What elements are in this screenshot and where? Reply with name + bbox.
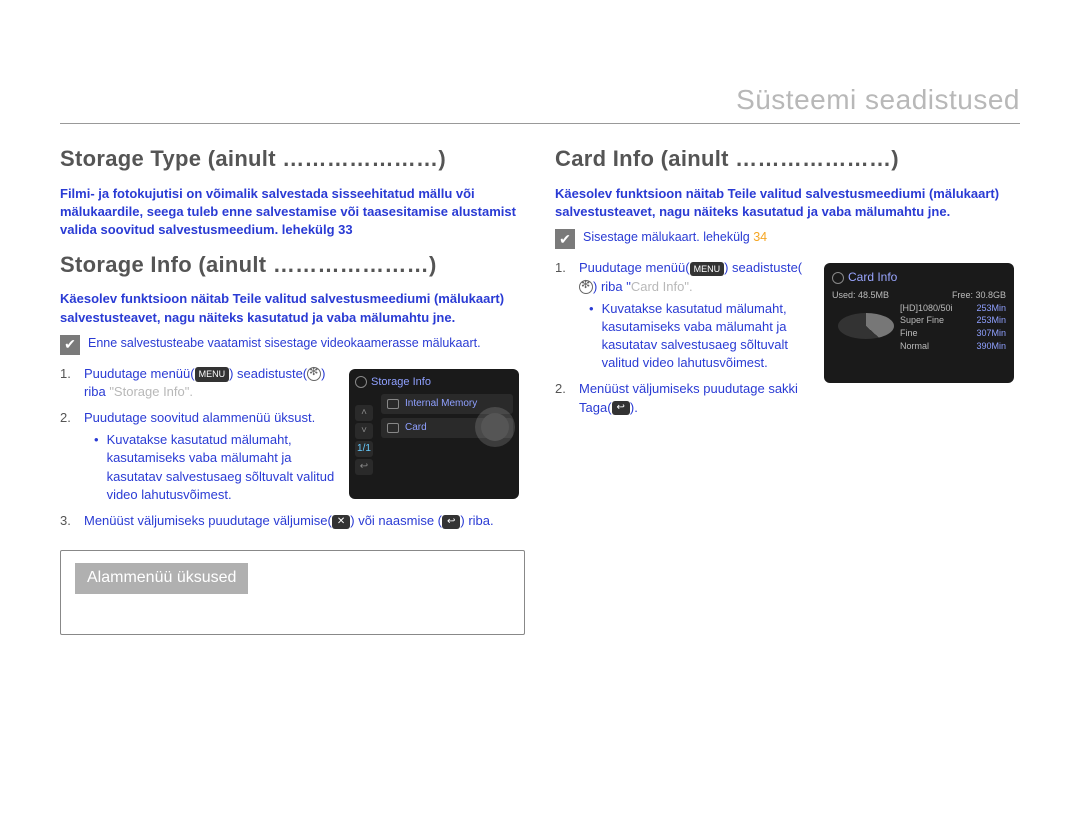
step-1: Puudutage menüü(MENU) seadistuste( ) riba… <box>555 259 812 372</box>
card-info-desc: Käesolev funktsioon näitab Teile valitud… <box>555 185 1020 221</box>
figure-storage-title: Storage Info <box>371 375 431 390</box>
card-row4-value: 390Min <box>976 340 1006 353</box>
chevron-up-icon: ˄ <box>355 405 373 421</box>
step-3-text-b: ) või naasmise ( <box>350 513 442 528</box>
card-info-note: ✔ Sisestage mälukaart. lehekülg 34 <box>555 229 1020 249</box>
figure-row-internal-label: Internal Memory <box>405 397 477 411</box>
pie-icon <box>838 313 894 339</box>
card-info-note-a: Sisestage mälukaart. lehekülg <box>583 230 753 244</box>
heading-storage-info: Storage Info (ainult …………………) <box>60 250 525 281</box>
submenu-box-heading: Alammenüü üksused <box>75 563 248 593</box>
card-row1-label: [HD]1080/50i <box>900 302 953 315</box>
card-free-label: Free: <box>952 290 973 300</box>
page-header: Süsteemi seadistused <box>60 80 1020 124</box>
card-row2-value: 253Min <box>976 314 1006 327</box>
storage-info-desc: Käesolev funktsioon näitab Teile valitud… <box>60 290 525 326</box>
storage-info-note: ✔ Enne salvestusteabe vaatamist sisestag… <box>60 335 525 355</box>
submenu-box: Alammenüü üksused <box>60 550 525 634</box>
card-free-value: 30.8GB <box>975 290 1006 300</box>
step-1-bullet: Kuvatakse kasutatud mälumaht, kasutamise… <box>579 300 812 373</box>
close-icon: ✕ <box>332 515 350 529</box>
step-1-text-b: ) seadistuste( <box>229 366 307 381</box>
step-2: Menüüst väljumiseks puudutage sakki Taga… <box>555 380 812 416</box>
page-title: Süsteemi seadistused <box>60 80 1020 119</box>
gear-icon <box>307 367 321 381</box>
step-1-text-a: Puudutage menüü( <box>84 366 195 381</box>
right-column: Card Info (ainult …………………) Käesolev funk… <box>555 134 1020 634</box>
step-2-bullet-text: Kuvatakse kasutatud mälumaht, kasutamise… <box>107 431 337 504</box>
step-1-text-a: Puudutage menüü( <box>579 260 690 275</box>
step-3: Menüüst väljumiseks puudutage väljumise(… <box>60 512 525 530</box>
card-row2-label: Super Fine <box>900 314 944 327</box>
check-icon: ✔ <box>555 229 575 249</box>
card-row4-label: Normal <box>900 340 929 353</box>
step-2-text: Puudutage soovitud alammenüü üksust. <box>84 410 315 425</box>
step-2-bullet: Kuvatakse kasutatud mälumaht, kasutamise… <box>84 431 337 504</box>
back-icon: ↩ <box>612 401 630 415</box>
page-indicator: 1/1 <box>355 441 373 457</box>
gear-icon <box>832 272 844 284</box>
back-icon: ↩ <box>442 515 460 529</box>
card-info-note-text: Sisestage mälukaart. lehekülg 34 <box>583 229 767 247</box>
step-1-text-d: ". <box>684 279 692 294</box>
left-column: Storage Type (ainult …………………) Filmi- ja … <box>60 134 525 634</box>
card-row3-value: 307Min <box>976 327 1006 340</box>
heading-card-info: Card Info (ainult …………………) <box>555 144 1020 175</box>
step-1-quote: "Storage Info". <box>109 384 193 399</box>
step-1-text-b: ) seadistuste( <box>724 260 802 275</box>
step-3-text-c: ) riba. <box>460 513 493 528</box>
card-used-value: 48.5MB <box>858 290 889 300</box>
card-info-note-page: 34 <box>753 230 767 244</box>
figure-scroll-arrows: ˄ ˅ 1/1 ↩ <box>355 405 373 475</box>
step-1-bullet-text: Kuvatakse kasutatud mälumaht, kasutamise… <box>602 300 812 373</box>
menu-icon: MENU <box>690 262 725 277</box>
disk-icon <box>387 399 399 409</box>
step-2: Puudutage soovitud alammenüü üksust. Kuv… <box>60 409 337 504</box>
card-icon <box>387 423 399 433</box>
step-1: Puudutage menüü(MENU) seadistuste() riba… <box>60 365 337 401</box>
chevron-down-icon: ˅ <box>355 423 373 439</box>
figure-storage-info: Storage Info ˄ ˅ 1/1 ↩ Internal Memory C… <box>349 369 519 499</box>
card-row3-label: Fine <box>900 327 918 340</box>
step-1-text-c: ) riba " <box>593 279 631 294</box>
finger-tap-icon <box>481 413 509 441</box>
gear-icon <box>579 280 593 294</box>
figure-row-card-label: Card <box>405 421 427 435</box>
back-icon: ↩ <box>355 459 373 475</box>
figure-card-title: Card Info <box>848 269 897 286</box>
check-icon: ✔ <box>60 335 80 355</box>
figure-row-internal: Internal Memory <box>381 394 513 414</box>
step-3-text-a: Menüüst väljumiseks puudutage väljumise( <box>84 513 332 528</box>
gear-icon <box>355 376 367 388</box>
storage-info-note-text: Enne salvestusteabe vaatamist sisestage … <box>88 335 481 353</box>
menu-icon: MENU <box>195 367 230 382</box>
card-used-label: Used: <box>832 290 856 300</box>
step-2-text-b: ). <box>630 400 638 415</box>
heading-storage-type: Storage Type (ainult …………………) <box>60 144 525 175</box>
figure-card-info: Card Info Used: 48.5MB Free: 30.8GB [HD]… <box>824 263 1014 383</box>
card-row1-value: 253Min <box>976 302 1006 315</box>
storage-type-desc: Filmi- ja fotokujutisi on võimalik salve… <box>60 185 525 240</box>
step-1-quote: Card Info <box>631 279 684 294</box>
